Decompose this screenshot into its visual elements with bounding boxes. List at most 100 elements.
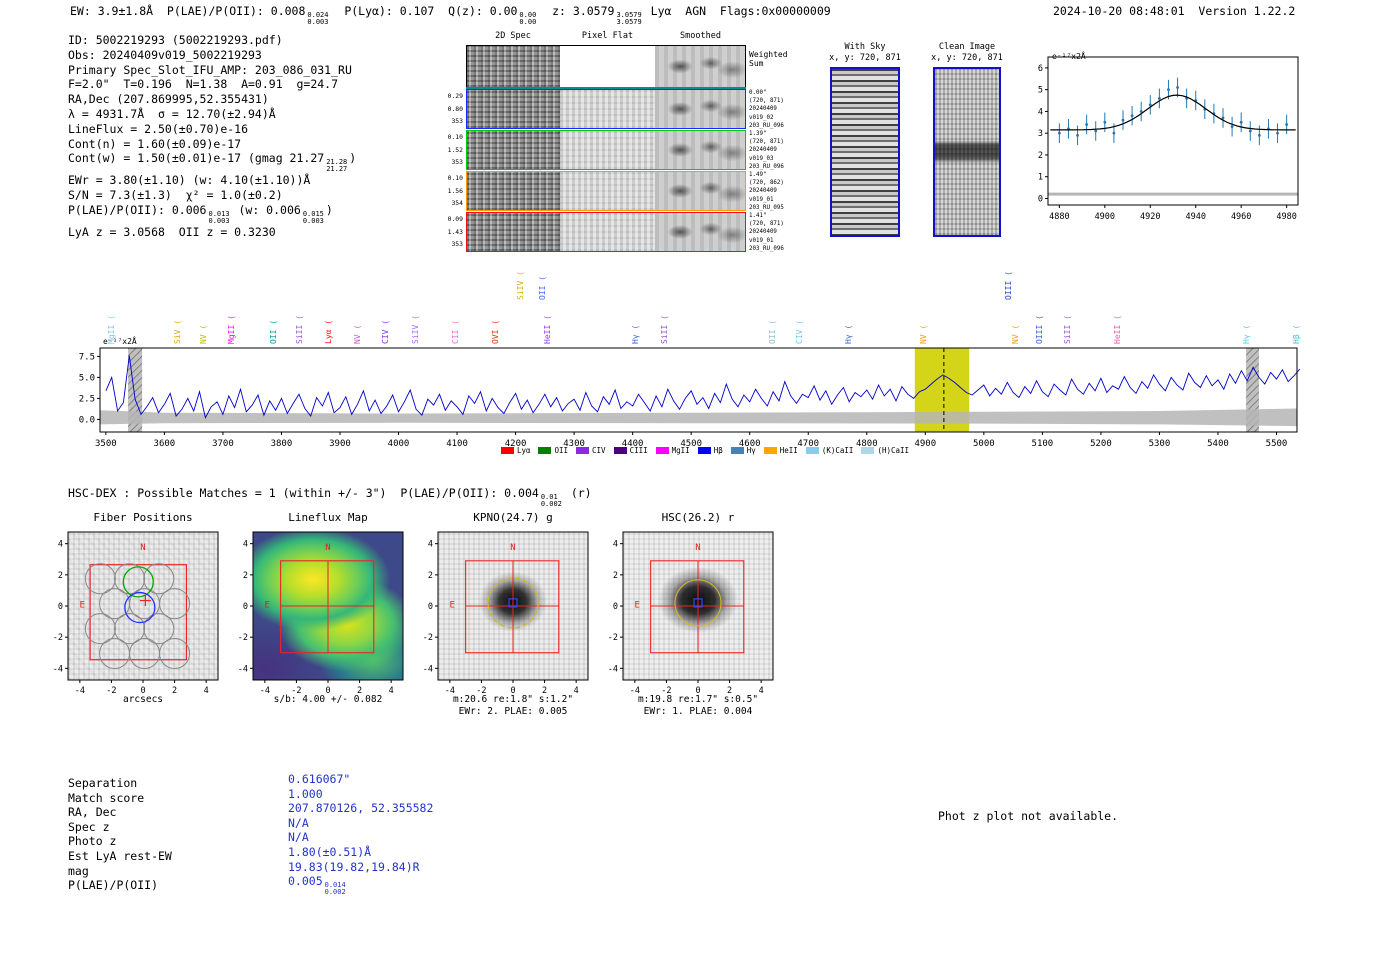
data-point: [1076, 133, 1079, 137]
emission-line-label: NV (: [353, 324, 363, 344]
x-tick-label: 3700: [212, 439, 234, 449]
legend-item: HeII: [763, 446, 798, 455]
data-point: [1221, 116, 1225, 120]
north-label: N: [695, 543, 700, 553]
cutout-title: Lineflux Map: [288, 511, 368, 524]
north-label: N: [325, 543, 330, 553]
match-table-row: Spec z N/A: [68, 816, 309, 834]
cutout-caption-2: EWr: 2. PLAE: 0.005: [458, 706, 568, 717]
emission-line-label: SiII (: [294, 315, 304, 344]
spec2d-row-annotation: 1.39" (720, 871) 20240409 v019_03 203_RU…: [749, 131, 784, 170]
x-tick-label: 3800: [271, 439, 293, 449]
x-tick-label: 4980: [1276, 212, 1296, 222]
legend-swatch: [730, 447, 744, 454]
y-tick-label: 0: [1038, 194, 1043, 204]
legend-swatch: [805, 447, 819, 454]
east-label: E: [449, 600, 454, 610]
spec2d-image: [467, 172, 561, 210]
lineflux-map-cutout: -4-4-2-2002244 NE: [238, 531, 404, 696]
emission-line-label: Hγ (: [844, 324, 854, 344]
legend-label: Hβ: [713, 446, 723, 455]
x-tick-label: 5500: [1266, 439, 1288, 449]
pixelflat-image: [560, 131, 655, 169]
spec2d-strip: [466, 171, 746, 211]
emission-line-label: OIII (: [1034, 315, 1044, 344]
data-point: [1257, 133, 1261, 137]
x-tick-label: 4000: [388, 439, 410, 449]
info-line: λ = 4931.7Å σ = 12.70(±2.94)Å: [68, 106, 276, 121]
smoothed-image: [654, 90, 745, 128]
legend-swatch: [697, 447, 711, 454]
pixelflat-image: [560, 90, 655, 128]
header-summary: EW: 3.9±1.8Å P(LAE)/P(OII): 0.008 0.024 0.…: [70, 4, 831, 26]
data-point: [1085, 123, 1089, 126]
data-point: [1167, 88, 1170, 92]
pixelflat-image: [560, 172, 655, 210]
clean-image: [933, 67, 1001, 237]
legend-swatch: [613, 447, 627, 454]
catalog-box: [280, 560, 375, 654]
header-timestamp: 2024-10-20 08:48:01 Version 1.22.2: [1053, 4, 1296, 18]
spec2d-row-stats: 0.29 0.80 353: [447, 92, 463, 126]
spectrum-legend: Lyα OII CIV CIII MgII Hβ Hγ HeII (K)CaII (H)CaII: [425, 446, 985, 455]
x-tick-label: 3600: [154, 439, 176, 449]
legend-item: (H)CaII: [861, 446, 909, 455]
legend-item: Lyα: [500, 446, 530, 455]
y-tick-label: 2: [613, 571, 618, 581]
hsc-r-cutout: -4-4-2-2002244 NE: [608, 531, 774, 696]
match-table-row: P(LAE)/P(OII) 0.005 0.014 0.002: [68, 874, 346, 896]
y-tick-label: 4: [428, 540, 433, 550]
data-point: [1230, 125, 1234, 129]
emission-line-label: CII (: [451, 319, 461, 344]
y-tick-label: 4: [1038, 107, 1043, 117]
emission-line-label: SiV (: [173, 319, 183, 344]
y-tick-label: 2: [428, 571, 433, 581]
match-row-value: N/A: [288, 815, 309, 830]
legend-item: CIV: [576, 446, 606, 455]
y-tick-label: 2: [1038, 151, 1043, 161]
x-tick-label: 4960: [1231, 212, 1251, 222]
smoothed-image: [654, 172, 745, 210]
emission-line-label: Hβ (: [1292, 324, 1302, 344]
spec2d-image: [467, 213, 561, 251]
emission-line-label: CIV (: [381, 319, 391, 344]
spec2d-image: [467, 46, 561, 87]
y-tick-label: 1: [1038, 173, 1043, 183]
emission-line-label: SiIV (: [411, 315, 421, 344]
data-point: [1157, 96, 1161, 100]
data-point: [1103, 120, 1107, 124]
line-fit-plot: 4880 4900 4920 4940 4960 4980 0 1 2 3 4 5 6: [1038, 56, 1299, 222]
spec2d-strip: [466, 212, 746, 252]
legend-label: (H)CaII: [877, 446, 910, 455]
with-sky-title: With Sky: [844, 42, 886, 52]
y-tick-label: 5: [1038, 86, 1043, 96]
legend-swatch: [861, 447, 875, 454]
spec2d-row-annotation: 1.41" (720, 871) 20240409 v019_01 203_RU…: [749, 213, 784, 252]
error-band: [100, 408, 1297, 427]
legend-swatch: [655, 447, 669, 454]
emission-line-label: OII (: [767, 319, 777, 344]
east-label: E: [264, 600, 269, 610]
info-line: EWr = 3.80(±1.10) (w: 4.10(±1.10))Å: [68, 173, 311, 188]
north-label: N: [510, 543, 515, 553]
y-tick-label: -2: [238, 633, 248, 643]
legend-label: Hγ: [746, 446, 756, 455]
y-tick-label: 4: [58, 540, 63, 550]
emission-line-label: HeII (: [1113, 315, 1123, 344]
fit-axes: [1047, 56, 1299, 206]
data-point: [1057, 131, 1061, 135]
emission-line-label: SiII (: [1063, 315, 1073, 344]
match-row-value: 0.005 0.014 0.002: [288, 874, 346, 897]
east-label: E: [79, 600, 84, 610]
match-row-value: 1.80(±0.51)Å: [288, 844, 372, 859]
emission-line-label: OIII (: [1003, 271, 1013, 300]
emission-line-label: Hγ (: [630, 324, 640, 344]
spec2d-col-title: Smoothed: [680, 31, 721, 41]
legend-label: CIII: [629, 446, 648, 455]
x-tick-label: 4880: [1049, 212, 1069, 222]
spectrum-line: [105, 355, 1301, 419]
legend-item: Hβ: [697, 446, 723, 455]
match-row-value: 0.616067": [288, 772, 351, 786]
info-line: LyA z = 3.0568 OII z = 0.3230: [68, 224, 276, 239]
legend-item: OII: [538, 446, 568, 455]
